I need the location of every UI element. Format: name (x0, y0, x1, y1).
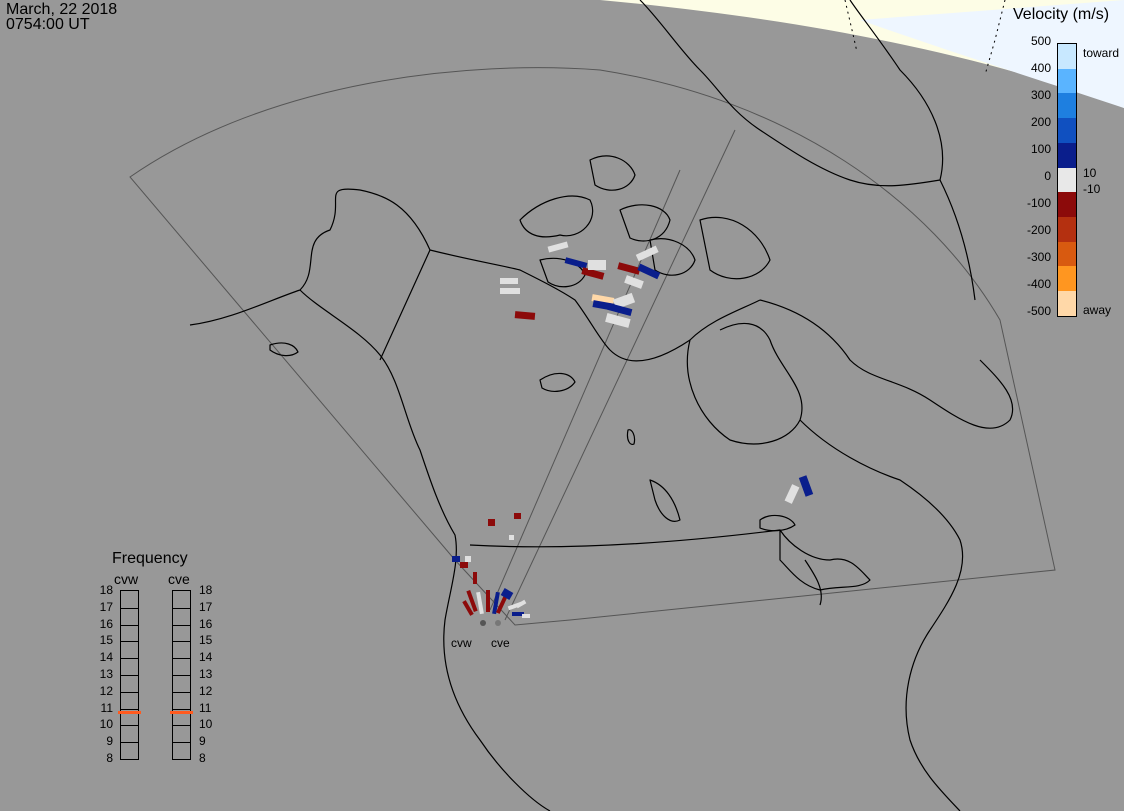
frequency-tick-label-cvw: 12 (99, 683, 113, 698)
frequency-grid-line (121, 742, 138, 744)
velocity-tick-label: 500 (1030, 34, 1051, 48)
velocity-colorbar-segment (1058, 167, 1076, 193)
frequency-grid-line (173, 675, 190, 676)
frequency-column-cve: cve (168, 571, 190, 587)
frequency-tick-label-cvw: 15 (99, 633, 113, 648)
frequency-tick-label-cve: 12 (199, 683, 213, 698)
velocity-inner-label-pos: 10 (1083, 166, 1097, 180)
coastlines (189, 0, 1014, 811)
frequency-grid-line (121, 725, 138, 727)
velocity-colorbar-segment (1058, 44, 1076, 69)
velocity-tick-label: -400 (1026, 277, 1051, 291)
frequency-grid-line (121, 624, 138, 626)
frequency-grid-line (173, 708, 190, 710)
frequency-tick-label-cve: 18 (199, 583, 213, 597)
frequency-tick-label-cve: 11 (199, 700, 212, 715)
frequency-bar-cve (170, 590, 193, 760)
velocity-tick-label: -100 (1026, 196, 1051, 210)
fov-outline (129, 67, 1056, 626)
frequency-grid-line (121, 641, 138, 643)
frequency-tick-label-cve: 10 (199, 717, 213, 732)
velocity-tick-label: -300 (1026, 250, 1051, 264)
radar-map (129, 0, 1124, 811)
velocity-tick-label: 300 (1030, 88, 1051, 102)
site-label-cvw: cvw (451, 636, 472, 650)
frequency-marker-cve (170, 710, 193, 714)
site-marker-cvw (480, 620, 486, 626)
velocity-inner-label-neg: -10 (1083, 182, 1101, 196)
frequency-tick-label-cvw: 9 (106, 734, 113, 749)
frequency-tick-label-cve: 15 (199, 633, 213, 648)
frequency-tick-label-cvw: 16 (99, 616, 113, 631)
time-label: 0754:00 UT (6, 16, 90, 33)
velocity-tick-label: 0 (1044, 169, 1051, 183)
velocity-scale-title: Velocity (m/s) (1013, 6, 1110, 23)
velocity-colorbar-segment (1058, 68, 1076, 94)
velocity-colorbar-segment (1058, 192, 1076, 218)
frequency-grid-line (121, 607, 138, 609)
frequency-grid-line (173, 624, 190, 626)
frequency-tick-label-cve: 14 (199, 650, 213, 665)
velocity-colorbar-segment (1058, 142, 1076, 168)
frequency-tick-label-cvw: 18 (99, 583, 113, 597)
frequency-bar-cvw (118, 590, 141, 760)
frequency-tick-label-cvw: 11 (100, 700, 113, 715)
frequency-grid-line (173, 607, 190, 609)
frequency-grid-line (173, 641, 190, 643)
frequency-column-cvw: cvw (114, 571, 139, 587)
away-label: away (1083, 303, 1112, 317)
frequency-tick-label-cvw: 8 (106, 751, 113, 765)
frequency-grid-line (121, 708, 138, 710)
frequency-tick-label-cve: 9 (199, 734, 206, 749)
frequency-tick-label-cvw: 17 (99, 599, 113, 614)
frequency-grid-line (173, 658, 190, 660)
velocity-tick-label: 200 (1030, 115, 1051, 129)
velocity-colorbar (1057, 43, 1077, 317)
velocity-tick-label: 400 (1030, 61, 1051, 75)
frequency-tick-label-cve: 13 (199, 667, 213, 681)
frequency-title: Frequency (112, 550, 188, 567)
frequency-grid-line (121, 675, 138, 676)
velocity-colorbar-segment (1058, 217, 1076, 242)
velocity-colorbar-segment (1058, 93, 1076, 119)
velocity-colorbar-segment (1058, 241, 1076, 267)
frequency-tick-label-cvw: 14 (99, 650, 113, 665)
frequency-grid-line (173, 691, 190, 693)
velocity-colorbar-segment (1058, 266, 1076, 292)
velocity-colorbar-segment (1058, 291, 1076, 316)
frequency-tick-label-cve: 17 (199, 599, 213, 614)
velocity-tick-label: -500 (1026, 304, 1051, 318)
velocity-tick-label: 100 (1030, 142, 1051, 156)
frequency-marker-cvw (118, 710, 141, 714)
site-label-cve: cve (491, 636, 510, 650)
frequency-grid-line (173, 725, 190, 727)
frequency-tick-label-cve: 8 (199, 751, 206, 765)
velocity-cells (452, 241, 814, 618)
velocity-tick-label: -200 (1026, 223, 1051, 237)
frequency-tick-label-cvw: 13 (99, 667, 113, 681)
frequency-grid-line (121, 658, 138, 660)
site-marker-cve (495, 620, 501, 626)
frequency-grid-line (121, 691, 138, 693)
frequency-grid-line (173, 742, 190, 744)
velocity-colorbar-segment (1058, 118, 1076, 143)
frequency-tick-label-cvw: 10 (99, 717, 113, 732)
frequency-tick-label-cve: 16 (199, 616, 213, 631)
toward-label: toward (1083, 46, 1120, 60)
fov-beam-cvw (489, 169, 681, 611)
